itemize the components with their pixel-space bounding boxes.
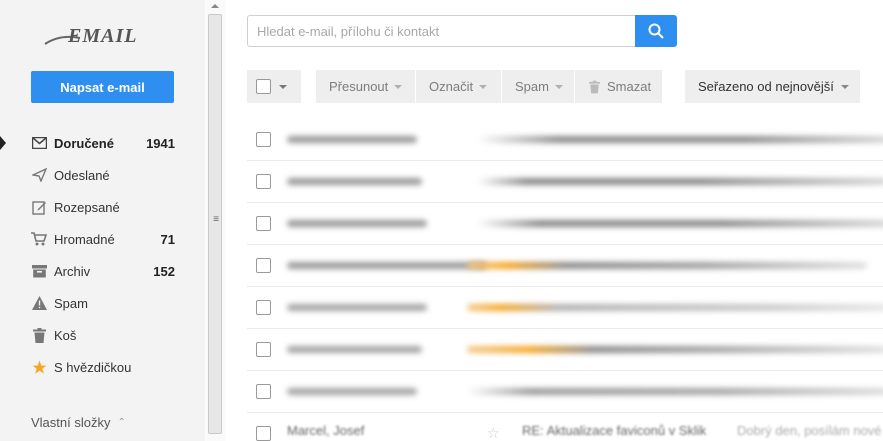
- sidebar-item-trash[interactable]: Koš: [0, 319, 205, 351]
- mail-main: Přesunout Označit Spam Smazat Seřazeno o…: [225, 0, 883, 441]
- cart-icon: [31, 231, 47, 247]
- scrollbar-thumb[interactable]: ≡: [208, 14, 222, 434]
- trash-icon: [31, 327, 47, 343]
- message-checkbox[interactable]: [256, 258, 271, 273]
- warning-icon: [31, 295, 47, 311]
- custom-folders-toggle[interactable]: Vlastní složky ⌃: [31, 415, 126, 430]
- mark-button[interactable]: Označit: [416, 70, 502, 103]
- sidebar: EMAIL Napsat e-mail Doručené 1941 Odesla…: [0, 0, 205, 441]
- chevron-down-icon: [840, 84, 849, 89]
- scroll-up-icon[interactable]: [210, 2, 220, 10]
- sidebar-item-label: Hromadné: [54, 231, 115, 247]
- message-row[interactable]: [247, 371, 883, 413]
- star-icon: [31, 359, 47, 375]
- message-list: Marcel, Josef ☆ RE: Aktualizace faviconů…: [247, 119, 883, 441]
- sidebar-item-label: Odeslané: [54, 167, 110, 183]
- blurred-sender: [287, 346, 422, 353]
- chevron-down-icon: [479, 84, 488, 89]
- sidebar-item-label: Doručené: [54, 135, 114, 151]
- message-checkbox[interactable]: [256, 300, 271, 315]
- message-sender: Marcel, Josef: [287, 423, 365, 438]
- search-icon: [648, 23, 664, 39]
- blurred-sender: [287, 136, 417, 143]
- folder-count: 152: [153, 263, 175, 279]
- blurred-subject: [477, 220, 883, 227]
- message-checkbox[interactable]: [256, 216, 271, 231]
- message-row[interactable]: [247, 161, 883, 203]
- chevron-up-icon: ⌃: [117, 417, 126, 428]
- blurred-sender: [287, 220, 427, 227]
- blurred-sender: [287, 304, 427, 311]
- spam-label: Spam: [515, 79, 549, 94]
- message-row[interactable]: [247, 203, 883, 245]
- archive-icon: [31, 263, 47, 279]
- sidebar-item-label: Archiv: [54, 263, 91, 279]
- chevron-down-icon: [394, 84, 403, 89]
- select-all-checkbox[interactable]: [256, 79, 271, 94]
- message-checkbox[interactable]: [256, 174, 271, 189]
- blurred-subject: [477, 178, 883, 185]
- sidebar-item-spam[interactable]: Spam: [0, 287, 205, 319]
- search-button[interactable]: [635, 15, 677, 47]
- sidebar-item-label: Spam: [54, 295, 88, 311]
- svg-text:EMAIL: EMAIL: [67, 25, 137, 47]
- mark-label: Označit: [429, 79, 474, 94]
- custom-folders-label: Vlastní složky: [31, 415, 111, 430]
- compose-button[interactable]: Napsat e-mail: [31, 71, 174, 103]
- search-input[interactable]: [247, 15, 636, 47]
- select-all-dropdown[interactable]: [247, 70, 302, 103]
- trash-icon: [589, 80, 600, 93]
- blurred-sender: [287, 262, 487, 269]
- envelope-icon: [31, 135, 47, 151]
- chevron-down-icon: [279, 84, 287, 89]
- folder-list: Doručené 1941 Odeslané Rozepsané Hromadn…: [0, 127, 205, 383]
- blurred-subject: [467, 388, 883, 395]
- blurred-sender: [287, 178, 422, 185]
- active-marker-icon: [0, 136, 6, 150]
- blurred-sender: [287, 388, 417, 395]
- message-row[interactable]: [247, 287, 883, 329]
- unread-count: 1941: [146, 135, 175, 151]
- blurred-subject: [467, 262, 867, 269]
- delete-button[interactable]: Smazat: [575, 70, 663, 103]
- sidebar-item-label: Rozepsané: [54, 199, 120, 215]
- grip-icon: ≡: [213, 214, 219, 225]
- star-icon[interactable]: ☆: [487, 425, 500, 441]
- blurred-subject: [467, 346, 883, 353]
- sidebar-item-label: S hvězdičkou: [54, 359, 132, 375]
- sidebar-item-bulk[interactable]: Hromadné 71: [0, 223, 205, 255]
- email-logo[interactable]: EMAIL: [40, 20, 160, 52]
- delete-label: Smazat: [607, 79, 652, 94]
- blurred-subject: [477, 136, 883, 143]
- message-subject: RE: Aktualizace faviconů v Sklik: [522, 423, 707, 438]
- chevron-down-icon: [554, 84, 563, 89]
- sidebar-item-sent[interactable]: Odeslané: [0, 159, 205, 191]
- blurred-subject: [467, 304, 883, 311]
- sidebar-item-label: Koš: [54, 327, 77, 343]
- message-checkbox[interactable]: [256, 132, 271, 147]
- sidebar-item-archive[interactable]: Archiv 152: [0, 255, 205, 287]
- message-toolbar: Přesunout Označit Spam Smazat: [247, 70, 663, 103]
- draft-edit-icon: [31, 199, 47, 215]
- sidebar-item-inbox[interactable]: Doručené 1941: [0, 127, 205, 159]
- sidebar-item-starred[interactable]: S hvězdičkou: [0, 351, 205, 383]
- sort-dropdown[interactable]: Seřazeno od nejnovější: [685, 70, 860, 103]
- message-preview: Dobrý den, posílám nové: [737, 423, 882, 438]
- message-checkbox[interactable]: [256, 384, 271, 399]
- message-checkbox[interactable]: [256, 342, 271, 357]
- message-row[interactable]: [247, 329, 883, 371]
- message-row[interactable]: Marcel, Josef ☆ RE: Aktualizace faviconů…: [247, 413, 883, 441]
- message-row[interactable]: [247, 119, 883, 161]
- folder-count: 71: [160, 231, 175, 247]
- message-checkbox[interactable]: [256, 426, 271, 441]
- sidebar-item-drafts[interactable]: Rozepsané: [0, 191, 205, 223]
- send-icon: [31, 167, 47, 183]
- spam-button[interactable]: Spam: [502, 70, 575, 103]
- message-row[interactable]: [247, 245, 883, 287]
- sidebar-splitter[interactable]: ≡: [205, 0, 225, 441]
- move-button[interactable]: Přesunout: [316, 70, 416, 103]
- move-label: Přesunout: [329, 79, 389, 94]
- sort-label: Seřazeno od nejnovější: [698, 79, 834, 94]
